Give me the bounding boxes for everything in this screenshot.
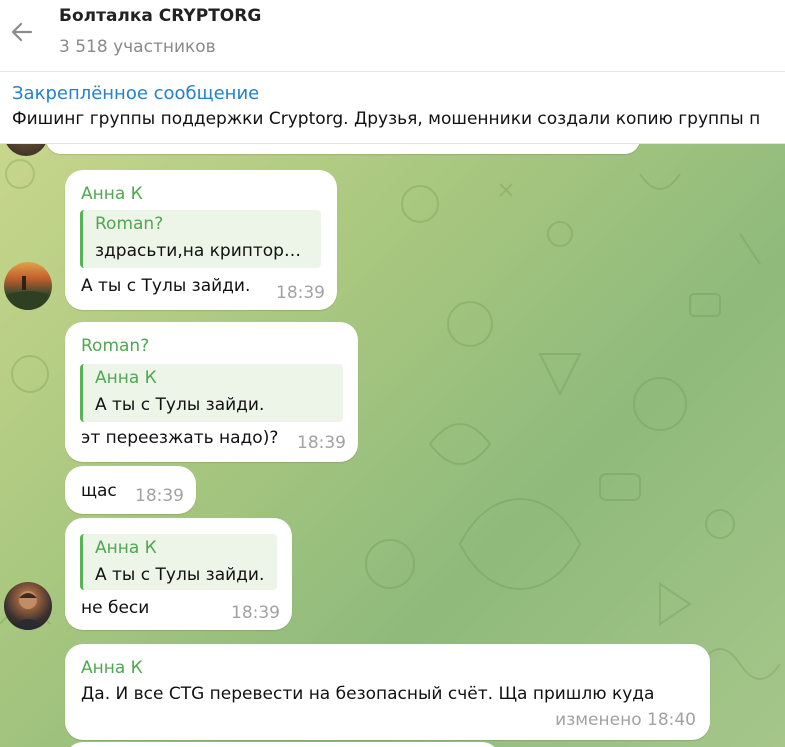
pinned-message-bar[interactable]: Закреплённое сообщение Фишинг группы под… xyxy=(0,72,785,144)
message-text: не беси xyxy=(81,598,150,618)
message-bubble[interactable]: щас 18:39 xyxy=(65,466,196,514)
message-time: 18:39 xyxy=(231,603,280,623)
message-bubble[interactable]: Анна К Да. И все CTG перевести на безопа… xyxy=(65,644,710,740)
avatar[interactable] xyxy=(4,262,52,310)
message-sender[interactable]: Анна К xyxy=(81,658,143,678)
avatar-landscape-icon xyxy=(4,276,52,310)
arrow-left-icon xyxy=(11,22,33,42)
message-time: 18:39 xyxy=(297,433,346,453)
message-bubble[interactable]: Анна К А ты с Тулы зайди. не беси 18:39 xyxy=(65,518,292,630)
back-button[interactable] xyxy=(6,16,38,48)
reply-text: А ты с Тулы зайди. xyxy=(95,395,265,415)
avatar[interactable] xyxy=(4,582,52,630)
message-sender[interactable]: Анна К xyxy=(81,184,143,204)
reply-quote[interactable]: Анна К А ты с Тулы зайди. xyxy=(80,534,277,590)
reply-quote[interactable]: Roman? здрасьти,на криптор… xyxy=(80,210,321,268)
message-time: изменено 18:40 xyxy=(555,710,696,730)
reply-text: А ты с Тулы зайди. xyxy=(95,565,265,585)
message-sender[interactable]: Roman? xyxy=(81,336,149,356)
chat-header: Болталка CRYPTORG 3 518 участников xyxy=(0,0,785,72)
message-text: Да. И все CTG перевести на безопасный сч… xyxy=(81,684,655,704)
pinned-message-title: Закреплённое сообщение xyxy=(12,83,260,104)
message-time: 18:39 xyxy=(276,283,325,303)
message-text: эт переезжать надо)? xyxy=(81,428,279,448)
message-bubble[interactable]: Анна К Roman? здрасьти,на криптор… А ты … xyxy=(65,170,337,310)
message-time: 18:39 xyxy=(135,486,184,506)
message-bubble-partial[interactable] xyxy=(65,742,500,747)
message-text: щас xyxy=(81,481,117,501)
reply-sender: Roman? xyxy=(95,214,164,234)
reply-quote[interactable]: Анна К А ты с Тулы зайди. xyxy=(80,364,343,422)
reply-text: здрасьти,на криптор… xyxy=(95,241,301,261)
chat-title[interactable]: Болталка CRYPTORG xyxy=(59,6,261,26)
pinned-message-text: Фишинг группы поддержки Cryptorg. Друзья… xyxy=(12,109,761,129)
reply-sender: Анна К xyxy=(95,538,157,558)
chat-messages-area[interactable]: Анна К Roman? здрасьти,на криптор… А ты … xyxy=(0,144,785,747)
reply-sender: Анна К xyxy=(95,368,157,388)
member-count: 3 518 участников xyxy=(59,37,216,57)
message-bubble-partial[interactable] xyxy=(46,144,640,154)
message-text: А ты с Тулы зайди. xyxy=(81,276,251,296)
avatar-person-icon xyxy=(10,591,46,630)
message-bubble[interactable]: Roman? Анна К А ты с Тулы зайди. эт пере… xyxy=(65,322,358,462)
